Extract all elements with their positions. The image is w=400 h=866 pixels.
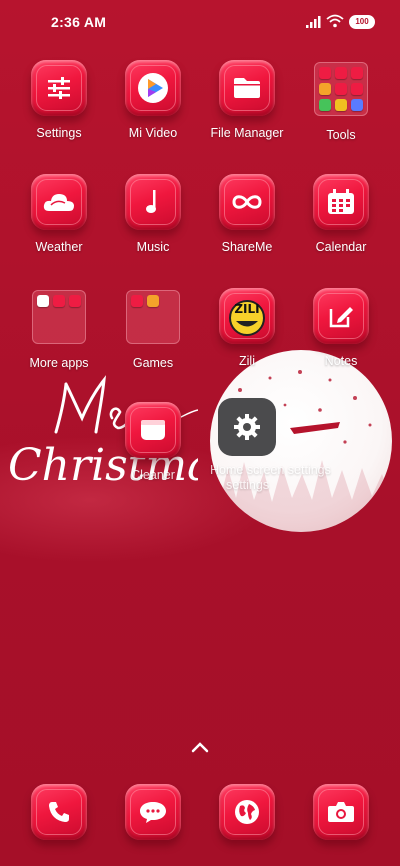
dock-browser[interactable] — [200, 784, 294, 840]
recorder-icon — [335, 83, 347, 95]
compass-icon — [319, 83, 331, 95]
app-label: Calendar — [315, 240, 367, 254]
dock-phone[interactable] — [12, 784, 106, 840]
dock-camera[interactable] — [294, 784, 388, 840]
app-label: More apps — [29, 356, 89, 370]
zili-icon: ZILI — [219, 288, 275, 344]
app-label: ShareMe — [221, 240, 273, 254]
app-label: Zili — [239, 354, 255, 368]
wifi-icon — [326, 14, 344, 28]
folder-icon — [219, 60, 275, 116]
svg-text:ZILI: ZILI — [234, 302, 259, 316]
music-note-icon — [125, 174, 181, 230]
tool-icon — [351, 99, 363, 111]
folder-more-apps[interactable]: More apps — [12, 288, 106, 370]
calendar-icon — [313, 174, 369, 230]
app-notes[interactable]: Notes — [294, 288, 388, 368]
browser-icon — [219, 784, 275, 840]
app-label: Notes — [324, 354, 358, 368]
feedback-icon — [319, 99, 331, 111]
settings-label: Home screen settings — [210, 463, 331, 477]
game-icon — [131, 295, 143, 307]
phone-icon — [31, 784, 87, 840]
status-bar: 2:36 AM 100 — [0, 0, 400, 44]
cleaner-icon — [125, 402, 181, 458]
messages-icon — [125, 784, 181, 840]
camera-icon — [313, 784, 369, 840]
app-zili[interactable]: ZILI Zili — [200, 288, 294, 368]
gear-icon — [234, 414, 260, 440]
facebook-icon — [53, 295, 65, 307]
app-weather[interactable]: Weather — [12, 174, 106, 254]
app-calendar[interactable]: Calendar — [294, 174, 388, 254]
scanner-icon — [351, 83, 363, 95]
app-cleaner[interactable]: Cleaner — [106, 402, 200, 482]
clock-icon — [351, 67, 363, 79]
settings-label-line2: settings — [226, 478, 270, 492]
notes-icon — [313, 288, 369, 344]
battery-indicator: 100 — [349, 15, 375, 29]
app-label: Weather — [35, 240, 83, 254]
tool-icon — [335, 99, 347, 111]
app-label: Settings — [36, 126, 82, 140]
app-file-manager[interactable]: File Manager — [200, 60, 294, 140]
calculator-icon — [335, 67, 347, 79]
infinity-icon — [219, 174, 275, 230]
folder-tools[interactable]: Tools — [294, 60, 388, 142]
folder-preview — [314, 62, 368, 116]
app-mi-video[interactable]: Mi Video — [106, 60, 200, 140]
app-label: Tools — [326, 128, 356, 142]
app-shareme[interactable]: ShareMe — [200, 174, 294, 254]
chrome-icon — [37, 295, 49, 307]
home-screen-settings-button[interactable] — [218, 398, 276, 456]
play-icon — [125, 60, 181, 116]
folder-games[interactable]: Games — [106, 288, 200, 370]
sliders-icon — [31, 60, 87, 116]
wps-icon — [69, 295, 81, 307]
app-label: File Manager — [210, 126, 284, 140]
cloud-icon — [31, 174, 87, 230]
app-label: Games — [132, 356, 174, 370]
contacts-icon — [319, 67, 331, 79]
chevron-up-icon[interactable] — [190, 740, 210, 754]
game-icon — [147, 295, 159, 307]
app-label: Cleaner — [131, 468, 175, 482]
folder-preview — [126, 290, 180, 344]
app-settings[interactable]: Settings — [12, 60, 106, 140]
signal-icon — [306, 16, 321, 28]
app-label: Mi Video — [128, 126, 178, 140]
clock: 2:36 AM — [51, 14, 107, 30]
app-music[interactable]: Music — [106, 174, 200, 254]
app-label: Music — [136, 240, 170, 254]
folder-preview — [32, 290, 86, 344]
dock-messages[interactable] — [106, 784, 200, 840]
